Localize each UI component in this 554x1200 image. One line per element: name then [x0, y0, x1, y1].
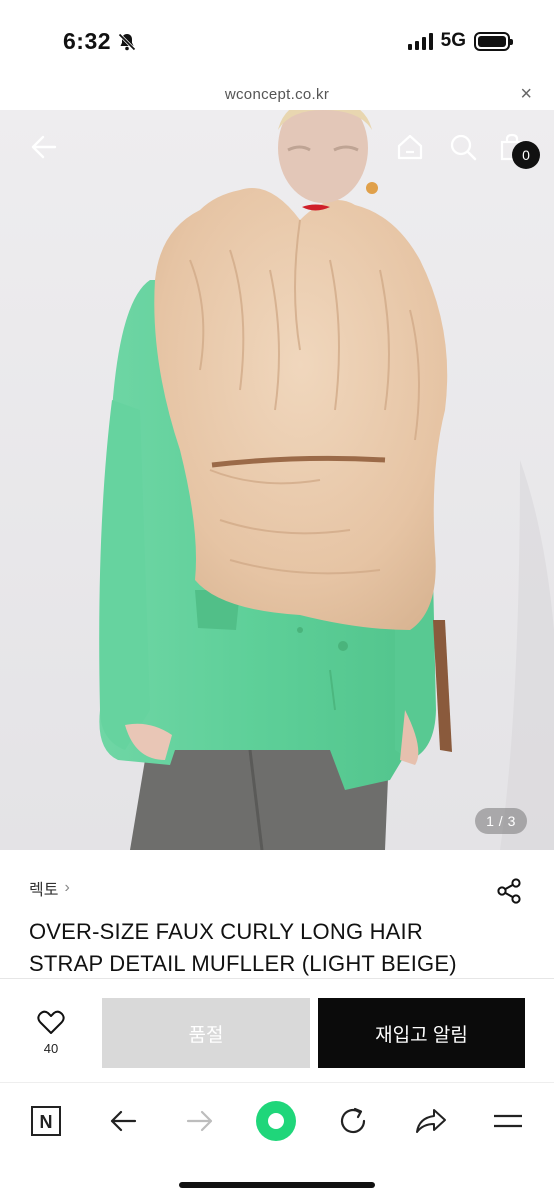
status-indicators: 5G — [407, 30, 513, 52]
n-icon[interactable]: N — [24, 1099, 68, 1143]
status-bar: 6:32 5G — [0, 0, 554, 80]
share-arrow-icon[interactable] — [409, 1099, 453, 1143]
home-indicator[interactable] — [179, 1182, 375, 1188]
product-title-line2: STRAP DETAIL MUFLLER (LIGHT BEIGE) — [29, 951, 457, 976]
product-title: OVER-SIZE FAUX CURLY LONG HAIR STRAP DET… — [29, 916, 529, 980]
reload-icon[interactable] — [331, 1099, 375, 1143]
like-count: 40 — [43, 1041, 59, 1056]
battery-icon — [474, 31, 513, 51]
brand-link[interactable]: 렉토 › — [29, 876, 70, 900]
purchase-action-bar: 40 품절 재입고 알림 — [0, 978, 554, 1082]
heart-icon — [37, 1010, 65, 1034]
product-photo — [0, 110, 554, 850]
soldout-button[interactable]: 품절 — [102, 998, 310, 1068]
menu-icon[interactable] — [486, 1099, 530, 1143]
share-icon[interactable] — [494, 876, 524, 906]
forward-arrow-icon[interactable] — [178, 1099, 222, 1143]
signal-icon — [407, 32, 433, 50]
url-text[interactable]: wconcept.co.kr — [0, 86, 554, 103]
like-button[interactable]: 40 — [30, 1009, 72, 1056]
home-icon[interactable] — [393, 130, 427, 164]
cart-count-badge[interactable]: 0 — [512, 141, 540, 169]
clock-text: 6:32 — [63, 28, 112, 54]
image-pager: 1 / 3 — [475, 808, 527, 834]
close-icon[interactable]: × — [520, 84, 532, 104]
product-title-line1: OVER-SIZE FAUX CURLY LONG HAIR — [29, 919, 423, 944]
back-arrow-icon[interactable] — [26, 130, 60, 164]
chevron-right-icon: › — [64, 879, 70, 896]
browser-url-bar: wconcept.co.kr × — [0, 80, 554, 110]
back-arrow-icon[interactable] — [101, 1099, 145, 1143]
restock-alert-button[interactable]: 재입고 알림 — [318, 998, 525, 1068]
n-label: N — [40, 1112, 53, 1132]
network-label: 5G — [440, 30, 466, 51]
status-time: 6:32 — [63, 28, 137, 55]
green-circle-icon[interactable] — [254, 1099, 298, 1143]
search-icon[interactable] — [446, 130, 480, 164]
product-image[interactable] — [0, 110, 554, 850]
bell-slash-icon — [118, 32, 136, 51]
brand-name: 렉토 — [29, 882, 59, 899]
